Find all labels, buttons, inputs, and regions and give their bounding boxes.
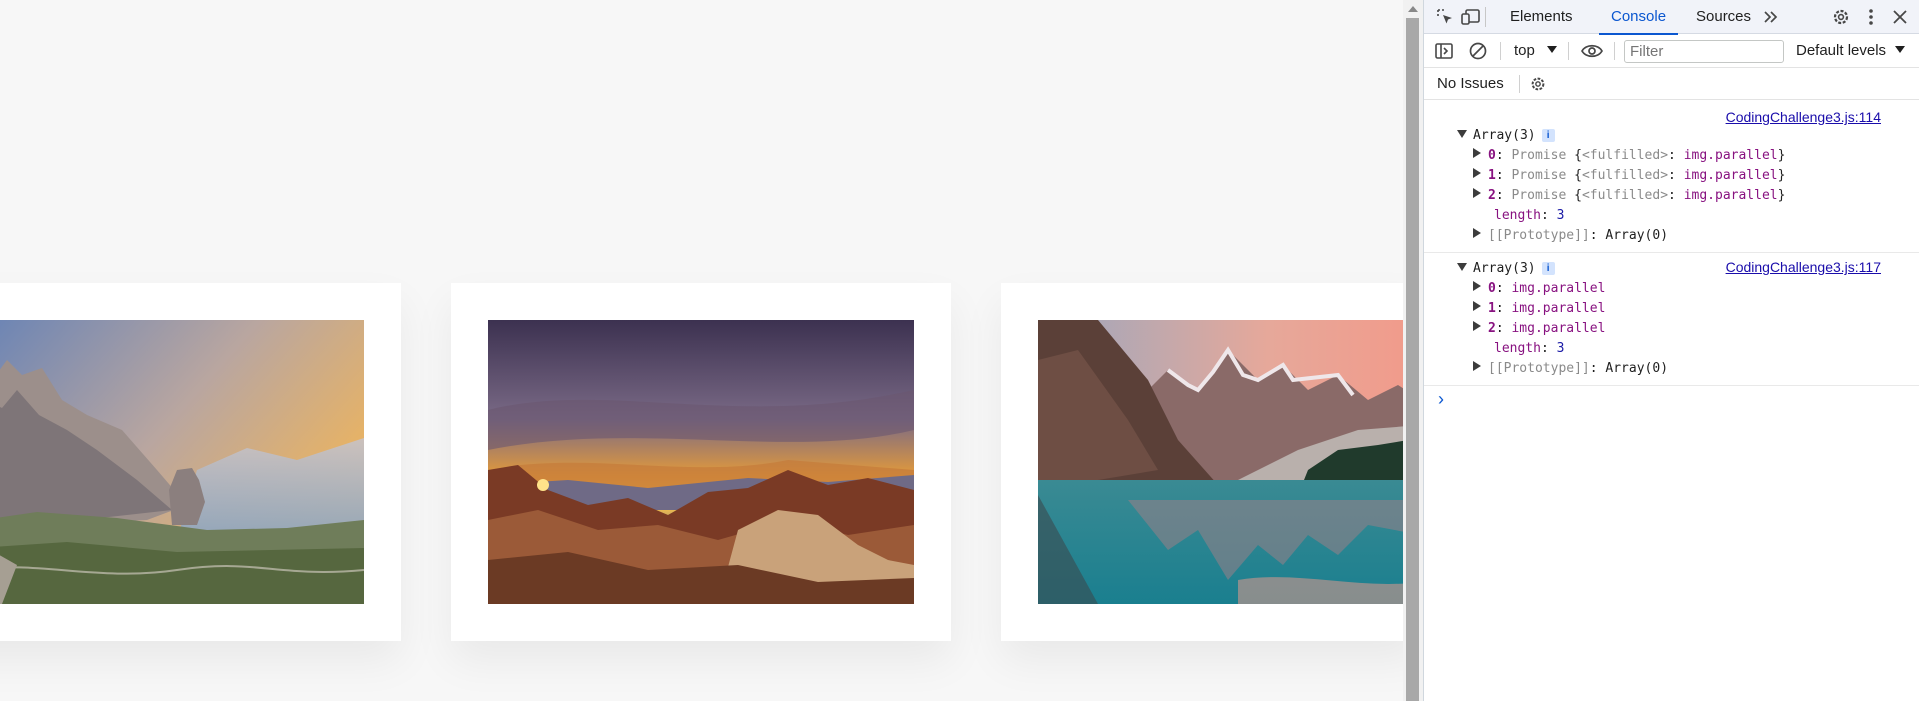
- toolbar-separator: [1519, 75, 1520, 93]
- entry-key: 0: [1488, 281, 1496, 296]
- entry-value: img.parallel: [1683, 188, 1778, 203]
- dropdown-arrow-icon: [1895, 46, 1906, 53]
- length-key: length: [1494, 208, 1541, 223]
- entry-type: Promise: [1511, 168, 1567, 183]
- array-summary: Array(3): [1473, 128, 1536, 143]
- log-levels-label: Default levels: [1796, 42, 1887, 59]
- console-toolbar: top Default levels: [1424, 34, 1919, 68]
- context-selector[interactable]: top: [1514, 34, 1558, 68]
- toolbar-separator: [1568, 42, 1569, 60]
- page-scrollbar[interactable]: [1403, 0, 1423, 701]
- live-expression-eye-icon[interactable]: [1580, 41, 1604, 61]
- collapse-triangle-icon[interactable]: [1457, 130, 1467, 138]
- expand-triangle-icon[interactable]: [1473, 281, 1481, 291]
- image-card: [0, 283, 401, 641]
- settings-gear-icon[interactable]: [1830, 6, 1852, 28]
- prototype-key: [[Prototype]]: [1488, 361, 1590, 376]
- expand-triangle-icon[interactable]: [1473, 228, 1481, 238]
- devtools-tab-bar: Elements Console Sources: [1424, 0, 1919, 35]
- array-header[interactable]: Array(3) i: [1424, 259, 1919, 279]
- array-entry[interactable]: 1: img.parallel: [1424, 299, 1919, 319]
- tab-sources[interactable]: Sources: [1684, 0, 1763, 34]
- message-source-link[interactable]: CodingChallenge3.js:114: [1726, 109, 1881, 125]
- entry-value: img.parallel: [1683, 168, 1778, 183]
- array-header[interactable]: Array(3) i: [1424, 126, 1919, 146]
- info-badge-icon[interactable]: i: [1541, 262, 1555, 275]
- prompt-chevron-icon: ›: [1438, 389, 1444, 409]
- array-entry[interactable]: 2: img.parallel: [1424, 319, 1919, 339]
- show-sidebar-icon[interactable]: [1434, 42, 1454, 60]
- expand-triangle-icon[interactable]: [1473, 361, 1481, 371]
- tab-separator: [1485, 7, 1486, 27]
- filter-input[interactable]: [1624, 40, 1784, 63]
- toolbar-separator: [1614, 42, 1615, 60]
- entry-state: <fulfilled>: [1581, 148, 1669, 163]
- length-value: 3: [1556, 208, 1565, 223]
- entry-state: <fulfilled>: [1581, 168, 1669, 183]
- tab-console[interactable]: Console: [1599, 0, 1679, 35]
- inspect-element-icon[interactable]: [1435, 7, 1455, 27]
- prototype-key: [[Prototype]]: [1488, 228, 1590, 243]
- expand-triangle-icon[interactable]: [1473, 321, 1481, 331]
- console-prompt[interactable]: ›: [1424, 386, 1919, 412]
- array-entry[interactable]: 2: Promise {<fulfilled>: img.parallel}: [1424, 186, 1919, 206]
- console-output: CodingChallenge3.js:114 Array(3) i 0: Pro…: [1424, 100, 1919, 412]
- console-message: CodingChallenge3.js:114 Array(3) i 0: Pro…: [1424, 100, 1919, 253]
- entry-state: <fulfilled>: [1581, 188, 1669, 203]
- clear-console-icon[interactable]: [1468, 41, 1488, 61]
- context-label: top: [1514, 42, 1535, 59]
- array-prototype[interactable]: [[Prototype]]: Array(0): [1424, 359, 1919, 379]
- expand-triangle-icon[interactable]: [1473, 301, 1481, 311]
- prototype-value: Array(0): [1605, 361, 1669, 376]
- log-levels-dropdown[interactable]: Default levels: [1796, 34, 1906, 68]
- entry-type: Promise: [1511, 148, 1567, 163]
- console-settings-gear-icon[interactable]: [1527, 74, 1549, 94]
- moraine-lake-photo: [1038, 320, 1403, 604]
- array-entry[interactable]: 0: Promise {<fulfilled>: img.parallel}: [1424, 146, 1919, 166]
- entry-key: 2: [1488, 188, 1496, 203]
- entry-key: 1: [1488, 168, 1496, 183]
- array-summary: Array(3): [1473, 261, 1536, 276]
- dropdown-arrow-icon: [1547, 46, 1558, 53]
- array-length: length: 3: [1494, 341, 1565, 356]
- more-options-kebab-icon[interactable]: [1861, 6, 1881, 28]
- length-value: 3: [1556, 341, 1565, 356]
- entry-value: img.parallel: [1511, 321, 1606, 336]
- entry-value: img.parallel: [1511, 281, 1606, 296]
- entry-key: 1: [1488, 301, 1496, 316]
- tab-elements[interactable]: Elements: [1498, 0, 1585, 34]
- issues-bar: No Issues: [1424, 68, 1919, 100]
- issues-count[interactable]: No Issues: [1437, 68, 1504, 100]
- expand-triangle-icon[interactable]: [1473, 148, 1481, 158]
- info-badge-icon[interactable]: i: [1541, 129, 1555, 142]
- image-card: [1001, 283, 1403, 641]
- console-message: CodingChallenge3.js:117 Array(3) i 0: img…: [1424, 253, 1919, 386]
- dolomites-mountain-photo: [0, 320, 364, 604]
- entry-value: img.parallel: [1683, 148, 1778, 163]
- image-card: [451, 283, 951, 641]
- device-toolbar-icon[interactable]: [1461, 7, 1481, 27]
- page-viewport: [0, 0, 1403, 701]
- collapse-triangle-icon[interactable]: [1457, 263, 1467, 271]
- scrollbar-thumb[interactable]: [1406, 18, 1419, 701]
- expand-triangle-icon[interactable]: [1473, 188, 1481, 198]
- close-devtools-icon[interactable]: [1889, 6, 1911, 28]
- length-key: length: [1494, 341, 1541, 356]
- toolbar-separator: [1500, 42, 1501, 60]
- array-entry[interactable]: 0: img.parallel: [1424, 279, 1919, 299]
- more-tabs-chevron-icon[interactable]: [1761, 7, 1781, 27]
- array-length: length: 3: [1494, 208, 1565, 223]
- entry-type: Promise: [1511, 188, 1567, 203]
- entry-key: 2: [1488, 321, 1496, 336]
- array-prototype[interactable]: [[Prototype]]: Array(0): [1424, 226, 1919, 246]
- expand-triangle-icon[interactable]: [1473, 168, 1481, 178]
- entry-value: img.parallel: [1511, 301, 1606, 316]
- prototype-value: Array(0): [1605, 228, 1669, 243]
- entry-key: 0: [1488, 148, 1496, 163]
- desert-sunset-photo: [488, 320, 914, 604]
- array-entry[interactable]: 1: Promise {<fulfilled>: img.parallel}: [1424, 166, 1919, 186]
- devtools-panel: Elements Console Sources top Filter Defa…: [1423, 0, 1919, 701]
- scroll-up-arrow-icon[interactable]: [1408, 6, 1418, 12]
